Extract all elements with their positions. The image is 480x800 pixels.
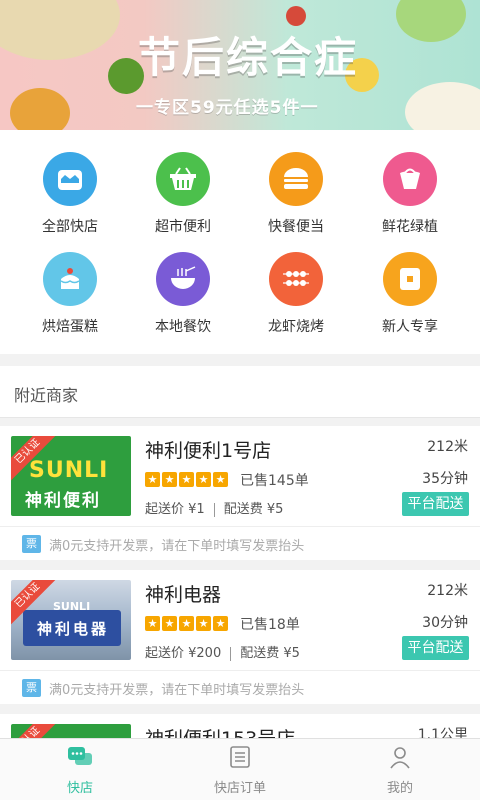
star-icon: ★ xyxy=(162,472,177,487)
category-label: 新人专享 xyxy=(382,319,438,335)
store-thumbnail: SUNLI 神利电器 已认证 xyxy=(11,580,131,660)
store-name: 神利便利1号店 xyxy=(145,440,272,462)
tomato-decoration xyxy=(286,6,306,26)
store-distance: 1.1公里 xyxy=(417,727,468,738)
banner-title: 节后综合症 xyxy=(138,33,359,82)
category-label: 烘焙蛋糕 xyxy=(42,319,98,335)
store-delivery-time: 30分钟 xyxy=(422,615,468,631)
invoice-info: 票 满0元支持开发票，请在下单时填写发票抬头 xyxy=(0,670,480,704)
category-label: 超市便利 xyxy=(155,219,211,235)
thumb-brand: SUNLI xyxy=(29,458,109,483)
category-label: 本地餐饮 xyxy=(155,319,211,335)
star-icon: ★ xyxy=(145,472,160,487)
category-label: 快餐便当 xyxy=(268,219,324,235)
invoice-icon: 票 xyxy=(22,679,41,697)
star-icon: ★ xyxy=(196,472,211,487)
flower-icon xyxy=(383,152,437,206)
store-thumbnail: 已认证 SUNLI 神利便利 xyxy=(11,436,131,516)
category-new-user[interactable]: 新人专享 xyxy=(355,252,465,352)
category-local-dining[interactable]: 本地餐饮 xyxy=(128,252,238,352)
star-icon: ★ xyxy=(179,616,194,631)
rating-stars: ★ ★ ★ ★ ★ xyxy=(145,616,228,631)
delivery-fee: 配送费 ¥5 xyxy=(223,502,284,517)
thumb-text: 神利电器 xyxy=(37,620,110,638)
noodle-bowl-icon xyxy=(156,252,210,306)
category-lobster-bbq[interactable]: 龙虾烧烤 xyxy=(241,252,351,352)
star-icon: ★ xyxy=(213,472,228,487)
store-distance: 212米 xyxy=(427,583,468,599)
verified-ribbon: 已认证 xyxy=(11,724,59,738)
store-sold-count: 已售145单 xyxy=(240,473,309,489)
guava-decoration xyxy=(396,0,466,42)
store-icon xyxy=(43,152,97,206)
star-icon: ★ xyxy=(213,616,228,631)
store-name: 神利电器 xyxy=(145,584,222,606)
category-fast-food[interactable]: 快餐便当 xyxy=(241,152,351,252)
category-all-stores[interactable]: 全部快店 xyxy=(15,152,125,252)
store-sold-count: 已售18单 xyxy=(240,617,300,633)
gift-card-icon xyxy=(383,252,437,306)
divider xyxy=(213,502,215,517)
store-fees: 起送价 ¥200 配送费 ¥5 xyxy=(145,642,300,661)
tab-shop[interactable]: 快店 xyxy=(0,745,160,796)
store-delivery-time: 35分钟 xyxy=(422,471,468,487)
store-fees: 起送价 ¥1 配送费 ¥5 xyxy=(145,498,283,517)
banner-subtitle: 一专区59元任选5件一 xyxy=(136,98,319,118)
platform-delivery-badge: 平台配送 xyxy=(402,492,469,516)
fruit-decoration xyxy=(10,88,70,130)
invoice-info: 票 满0元支持开发票，请在下单时填写发票抬头 xyxy=(0,526,480,560)
melon-plate-decoration xyxy=(405,82,480,130)
user-icon xyxy=(390,747,410,769)
order-list-icon xyxy=(230,746,250,768)
invoice-text: 满0元支持开发票，请在下单时填写发票抬头 xyxy=(49,683,305,698)
tab-label: 快店 xyxy=(66,781,93,796)
basket-icon xyxy=(156,152,210,206)
star-icon: ★ xyxy=(196,616,211,631)
delivery-fee: 配送费 ¥5 xyxy=(240,646,300,661)
platform-delivery-badge: 平台配送 xyxy=(402,636,469,660)
rating-stars: ★ ★ ★ ★ ★ xyxy=(145,472,228,487)
category-label: 龙虾烧烤 xyxy=(268,319,324,335)
invoice-text: 满0元支持开发票，请在下单时填写发票抬头 xyxy=(49,539,305,554)
category-flowers[interactable]: 鲜花绿植 xyxy=(355,152,465,252)
invoice-icon: 票 xyxy=(22,535,41,553)
burger-icon xyxy=(269,152,323,206)
category-grid: 全部快店 超市便利 快餐便当 鲜花绿植 烘焙蛋糕 本地餐饮 龙虾烧烤 新人专享 xyxy=(0,130,480,354)
star-icon: ★ xyxy=(145,616,160,631)
store-card[interactable]: 已认证 SUNLI 神利便利 神利便利1号店 212米 35分钟 ★ ★ ★ ★… xyxy=(0,426,480,560)
min-order: 起送价 ¥200 xyxy=(145,646,222,661)
category-label: 全部快店 xyxy=(42,219,98,235)
thumb-brand: SUNLI xyxy=(53,600,91,613)
min-order: 起送价 ¥1 xyxy=(145,502,205,517)
nearby-section-header: 附近商家 xyxy=(0,366,480,418)
section-title: 附近商家 xyxy=(14,386,79,405)
category-bakery[interactable]: 烘焙蛋糕 xyxy=(15,252,125,352)
category-label: 鲜花绿植 xyxy=(382,219,438,235)
store-thumbnail: 已认证 xyxy=(11,724,131,738)
promo-banner[interactable]: 节后综合症 一专区59元任选5件一 xyxy=(0,0,480,130)
skewer-icon xyxy=(269,252,323,306)
tab-label: 我的 xyxy=(386,781,413,796)
chat-bubbles-icon xyxy=(68,747,92,765)
store-name: 神利便利153号店 xyxy=(145,724,295,738)
star-icon: ★ xyxy=(162,616,177,631)
tab-orders[interactable]: 快店订单 xyxy=(160,745,320,796)
store-card[interactable]: SUNLI 神利电器 已认证 神利电器 212米 30分钟 ★ ★ ★ ★ ★ … xyxy=(0,570,480,704)
cake-icon xyxy=(43,252,97,306)
tab-label: 快店订单 xyxy=(213,781,266,796)
food-plate-decoration xyxy=(0,0,120,60)
store-distance: 212米 xyxy=(427,439,468,455)
divider xyxy=(230,646,232,661)
store-card[interactable]: 已认证 神利便利153号店 1.1公里 xyxy=(0,714,480,738)
tab-profile[interactable]: 我的 xyxy=(320,745,480,796)
category-supermarket[interactable]: 超市便利 xyxy=(128,152,238,252)
thumb-text: 神利便利 xyxy=(25,491,101,511)
star-icon: ★ xyxy=(179,472,194,487)
bottom-tab-bar: 快店 快店订单 我的 xyxy=(0,738,480,800)
